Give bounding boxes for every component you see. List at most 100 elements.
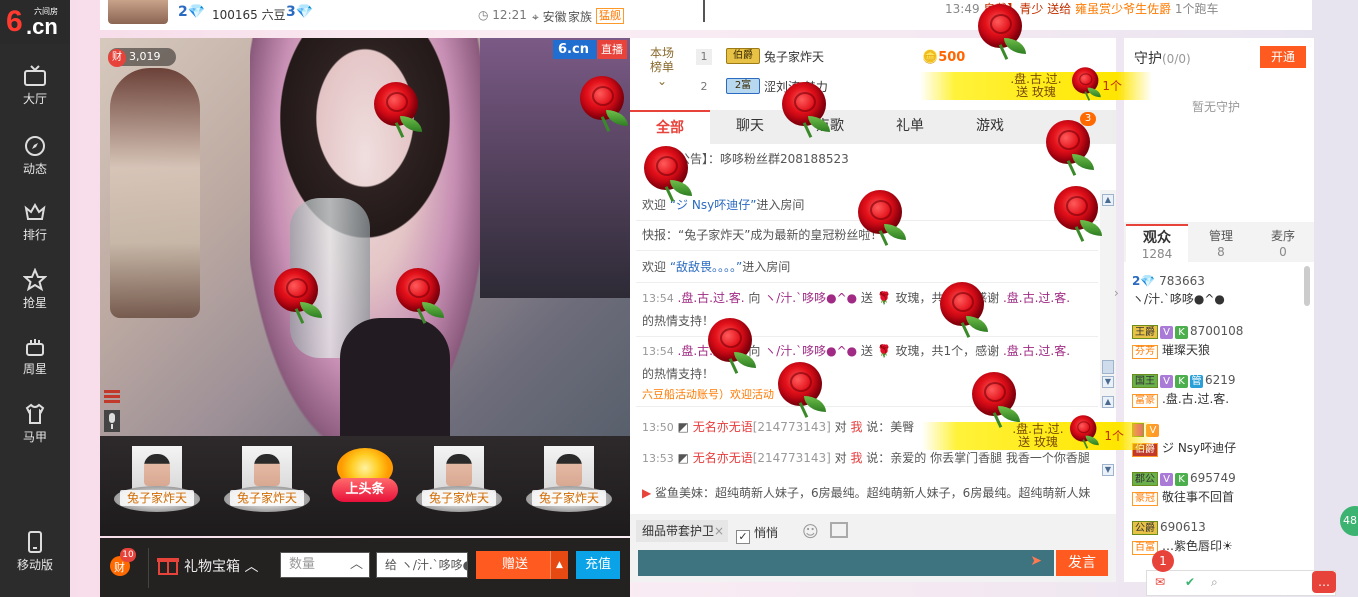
recharge-button[interactable]: 充值 <box>576 551 620 579</box>
headline-item[interactable]: 兔子家炸天 <box>114 446 200 522</box>
msg-user-id: [214773143] <box>752 451 831 465</box>
nav-item-star[interactable]: 抢星 <box>0 262 70 324</box>
guard-gift-label: 细品带套护卫 <box>642 524 715 538</box>
scroll-thumb[interactable] <box>1102 360 1114 374</box>
msg-target: 我 <box>850 420 863 434</box>
check-icon[interactable]: ✔ <box>1185 575 1195 589</box>
tab-mic-queue[interactable]: 麦序 0 <box>1252 224 1314 262</box>
rose-icon <box>708 318 758 374</box>
gift-banner: .盘.古.过. 送 玫瑰 1个 <box>922 422 1154 450</box>
headline-name: 兔子家炸天 <box>230 490 304 506</box>
crown-icon <box>24 202 46 220</box>
emoji-icon[interactable]: ☺ <box>802 522 819 541</box>
viewer-row[interactable]: V伯爵ジ Nsy吥迪仔 <box>1132 422 1302 457</box>
private-message: 13:53 ◩ 无名亦无语[214773143] 对 我 说：亲爱的 你丢掌门香… <box>642 447 1097 470</box>
caret-up-icon[interactable]: ▲ <box>550 551 568 579</box>
notification-badge[interactable]: 1 <box>1152 550 1174 572</box>
chat-input[interactable]: ➤ <box>638 550 1054 576</box>
msg-prefix: 欢迎 <box>642 260 670 274</box>
vip-icon: V <box>1160 375 1173 388</box>
k-icon: K <box>1175 375 1188 388</box>
wealth-value: 3,019 <box>129 50 161 63</box>
viewer-row[interactable]: 郡公 V K 695749 豪冠 敬往事不回首 <box>1132 471 1302 506</box>
volume-control[interactable] <box>102 388 122 434</box>
nav-item-dynamic[interactable]: 动态 <box>0 128 70 190</box>
tab-count: 1284 <box>1141 247 1173 261</box>
search-icon[interactable]: ⌕ <box>1211 575 1218 590</box>
scroll-down-icon[interactable]: ▼ <box>1102 376 1114 388</box>
viewer-row[interactable]: 2💎 783663 ヽ/汁.`哆哆●^● <box>1132 274 1302 307</box>
rose-icon <box>1046 120 1096 176</box>
nav-label: 排行 <box>22 228 47 242</box>
whisper-checkbox[interactable]: ✓ <box>736 530 750 544</box>
pm-icon: ◩ <box>677 451 689 465</box>
chevron-up-icon[interactable]: ︿ <box>350 553 363 577</box>
giftbox-button[interactable]: 礼物宝箱 ︿ <box>184 556 258 576</box>
msg-user[interactable]: ヽ/汁.`哆哆●^● <box>764 344 857 358</box>
tab-game[interactable]: 游戏 <box>950 110 1030 144</box>
mail-icon[interactable]: ✉ <box>1155 575 1165 589</box>
viewer-row[interactable]: 国王 V K 管 6219 富豪 .盘.古.过.客. <box>1132 373 1302 408</box>
whisper-toggle[interactable]: ✓ 悄悄 <box>736 524 778 544</box>
recipient-field[interactable]: 给 ヽ/汁.`哆哆●^● <box>376 552 468 578</box>
nav-item-weekstar[interactable]: 周星 <box>0 328 70 390</box>
streamer-outfit <box>340 318 450 436</box>
guard-count: (0/0) <box>1162 52 1191 66</box>
quantity-input[interactable]: 数量 ︿ <box>280 552 370 578</box>
send-gift-button[interactable]: 赠送 ▲ <box>476 551 568 579</box>
msg-user[interactable]: 无名亦无语 <box>693 451 753 465</box>
msg-text: 进入房间 <box>742 260 791 274</box>
guard-gift-select[interactable]: 细品带套护卫 × <box>636 520 728 542</box>
msg-user[interactable]: .盘.古.过.客. <box>1003 344 1070 358</box>
ranking-header[interactable]: 本场 榜单 ⌄ <box>640 46 684 90</box>
msg-text: 向 <box>744 291 765 305</box>
nav-item-hall[interactable]: 大厅 <box>0 58 70 120</box>
msg-text: 对 <box>830 451 851 465</box>
ranking-row[interactable]: 1 伯爵 兔子家炸天 <box>696 44 1096 74</box>
tab-admin[interactable]: 管理 8 <box>1190 224 1252 262</box>
family-badge[interactable]: 猛舰 <box>596 8 624 24</box>
rank-name: 兔子家炸天 <box>764 50 825 64</box>
scroll-up-icon[interactable]: ▲ <box>1102 396 1114 408</box>
nav-item-rank[interactable]: 排行 <box>0 194 70 256</box>
tab-giftlist[interactable]: 礼单 <box>870 110 950 144</box>
side-float-button[interactable]: 48 <box>1340 506 1358 536</box>
viewer-row[interactable]: 公爵 690613 百富 …紫色唇印☀ <box>1132 520 1302 555</box>
headline-item[interactable]: 兔子家炸天 <box>416 446 502 522</box>
msg-user[interactable]: ヽ/汁.`哆哆●^● <box>764 291 857 305</box>
viewer-scrollbar[interactable] <box>1304 266 1310 306</box>
nav-label: 马甲 <box>22 430 47 444</box>
guard-header: 守护(0/0) <box>1134 48 1191 68</box>
headline-button[interactable]: 上头条 <box>332 446 402 520</box>
msg-user[interactable]: .盘.古.过.客. <box>678 291 745 305</box>
msg-user[interactable]: 无名亦无语 <box>693 420 753 434</box>
anchor-avatar[interactable] <box>108 0 168 24</box>
tab-all[interactable]: 全部 <box>630 110 710 144</box>
divider <box>636 336 1098 337</box>
msg-user[interactable]: .盘.古.过.客. <box>1003 291 1070 305</box>
viewer-name: …紫色唇印☀ <box>1162 539 1233 553</box>
open-guard-button[interactable]: 开通 <box>1260 46 1306 68</box>
rose-icon <box>274 268 324 324</box>
site-logo[interactable]: 6 .cn 六间房 <box>0 0 70 44</box>
msg-user[interactable]: “敌敌畏。。。。” <box>670 260 742 274</box>
scroll-down-icon[interactable]: ▼ <box>1102 464 1114 476</box>
msg-text: 说：亲爱的 你丢掌门香腿 我香一个你香腿 <box>862 451 1090 465</box>
headline-item[interactable]: 兔子家炸天 <box>526 446 612 522</box>
send-message-button[interactable]: 发言 <box>1056 550 1108 576</box>
collapse-arrow-icon[interactable]: › <box>1114 286 1119 300</box>
tab-chat[interactable]: 聊天 <box>710 110 790 144</box>
viewer-row[interactable]: 王爵 V K 8700108 芬芳 璀璨天狼 <box>1132 324 1302 359</box>
tab-audience[interactable]: 观众 1284 <box>1126 224 1188 262</box>
region: ⌖ 安徽 <box>532 8 567 25</box>
nav-item-vest[interactable]: 马甲 <box>0 396 70 458</box>
headline-item[interactable]: 兔子家炸天 <box>224 446 310 522</box>
image-icon[interactable] <box>830 522 848 538</box>
nav-item-mobile[interactable]: 移动版 <box>0 524 70 586</box>
close-icon[interactable]: × <box>714 520 724 542</box>
live-video[interactable] <box>100 38 630 436</box>
divider <box>703 0 705 22</box>
chat-bubble-icon[interactable]: … <box>1312 571 1336 593</box>
gift-icon[interactable] <box>156 552 180 576</box>
wealth-icon: 财 <box>108 49 126 67</box>
